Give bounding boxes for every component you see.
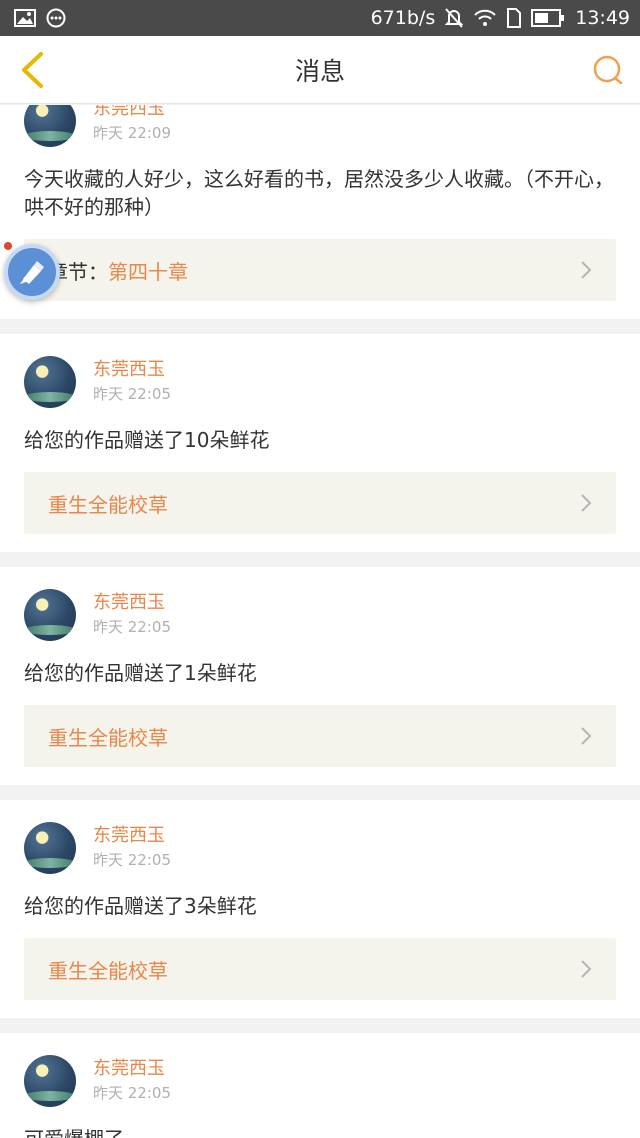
message-text: 给您的作品赠送了3朵鲜花 [24, 894, 257, 918]
top-bar: 消息 [0, 36, 640, 104]
status-right: 671b/s 13:49 [371, 7, 630, 29]
chevron-right-icon [580, 493, 592, 513]
message-meta: 东莞西玉 昨天 22:05 [93, 824, 171, 872]
clock: 13:49 [575, 7, 630, 29]
message-card[interactable]: 东莞西玉 昨天 22:09 今天收藏的人好少，这么好看的书，居然没多少人收藏。（… [0, 105, 640, 319]
book-title: 重生全能校草 [48, 492, 168, 517]
message-text: 可爱爆棚了 [24, 1125, 616, 1138]
chapter-link[interactable]: 章节：第四十章 [24, 239, 616, 301]
search-button[interactable] [588, 50, 628, 90]
image-icon [14, 9, 36, 27]
message-card[interactable]: 东莞西玉 昨天 22:05 给您的作品赠送了3朵鲜花 重生全能校草 [0, 800, 640, 1018]
chevron-right-icon [580, 959, 592, 979]
author-name[interactable]: 东莞西玉 [93, 105, 171, 121]
author-name[interactable]: 东莞西玉 [93, 358, 171, 382]
message-text: 今天收藏的人好少，这么好看的书，居然没多少人收藏。（不开心，哄不好的那种） [24, 167, 614, 219]
message-time: 昨天 22:05 [93, 1084, 171, 1102]
floating-assistant-button[interactable] [4, 244, 60, 300]
book-title: 重生全能校草 [48, 725, 168, 750]
author-name[interactable]: 东莞西玉 [93, 1057, 171, 1081]
message-card[interactable]: 东莞西玉 昨天 22:05 给您的作品赠送了10朵鲜花 重生全能校草 [0, 334, 640, 552]
book-link[interactable]: 重生全能校草 [24, 705, 616, 767]
message-meta: 东莞西玉 昨天 22:09 [93, 105, 171, 145]
network-speed: 671b/s [370, 7, 436, 29]
message-time: 昨天 22:05 [93, 618, 171, 636]
chevron-right-icon [580, 726, 592, 746]
message-card[interactable]: 东莞西玉 昨天 22:05 可爱爆棚了 [0, 1033, 640, 1138]
author-name[interactable]: 东莞西玉 [93, 824, 171, 848]
brush-icon [20, 261, 44, 284]
book-title: 重生全能校草 [48, 958, 168, 983]
message-text: 给您的作品赠送了1朵鲜花 [24, 661, 257, 685]
more-dots-icon [46, 8, 66, 28]
message-list: 东莞西玉 昨天 22:09 今天收藏的人好少，这么好看的书，居然没多少人收藏。（… [0, 105, 640, 1138]
avatar[interactable] [24, 822, 76, 874]
avatar[interactable] [24, 1055, 76, 1107]
message-meta: 东莞西玉 昨天 22:05 [93, 1057, 171, 1105]
sim-icon [507, 8, 522, 28]
chevron-right-icon [580, 260, 592, 280]
message-header: 东莞西玉 昨天 22:05 [24, 354, 616, 410]
status-left [14, 8, 66, 28]
message-time: 昨天 22:05 [93, 385, 171, 403]
message-meta: 东莞西玉 昨天 22:05 [93, 358, 171, 406]
message-header: 东莞西玉 昨天 22:05 [24, 820, 616, 876]
mute-icon [445, 8, 464, 28]
back-button[interactable] [12, 50, 52, 90]
message-header: 东莞西玉 昨天 22:05 [24, 1053, 616, 1109]
message-text: 给您的作品赠送了10朵鲜花 [24, 428, 270, 452]
message-meta: 东莞西玉 昨天 22:05 [93, 591, 171, 639]
book-link[interactable]: 重生全能校草 [24, 938, 616, 1000]
book-link[interactable]: 重生全能校草 [24, 472, 616, 534]
search-icon [593, 55, 623, 85]
battery-icon [531, 9, 565, 27]
avatar[interactable] [24, 105, 76, 147]
status-bar: 671b/s 13:49 [0, 0, 640, 36]
notification-dot [4, 242, 12, 250]
chapter-value: 第四十章 [108, 259, 188, 284]
message-header: 东莞西玉 昨天 22:09 [24, 105, 616, 149]
message-header: 东莞西玉 昨天 22:05 [24, 587, 616, 643]
avatar[interactable] [24, 589, 76, 641]
page-title: 消息 [294, 56, 345, 86]
message-list-viewport[interactable]: 东莞西玉 昨天 22:09 今天收藏的人好少，这么好看的书，居然没多少人收藏。（… [0, 105, 640, 1138]
avatar[interactable] [24, 356, 76, 408]
message-time: 昨天 22:09 [93, 124, 171, 142]
wifi-icon [473, 9, 497, 27]
message-card[interactable]: 东莞西玉 昨天 22:05 给您的作品赠送了1朵鲜花 重生全能校草 [0, 567, 640, 785]
chevron-left-icon [22, 52, 43, 88]
message-time: 昨天 22:05 [93, 851, 171, 869]
author-name[interactable]: 东莞西玉 [93, 591, 171, 615]
